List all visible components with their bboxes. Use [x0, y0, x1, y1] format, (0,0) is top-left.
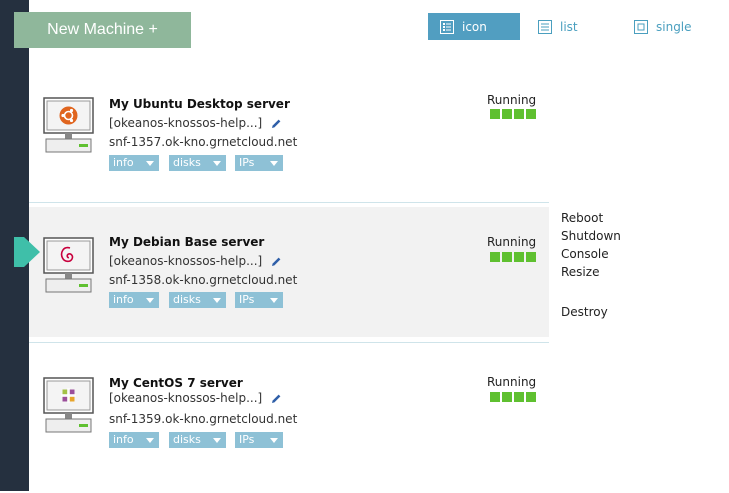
tab-single-label: single — [656, 19, 692, 34]
chevron-down-icon — [146, 161, 154, 166]
status-label: Running — [487, 375, 537, 389]
disks-label: disks — [173, 293, 201, 306]
destroy-action[interactable]: Destroy — [561, 303, 621, 321]
ips-dropdown-button[interactable]: IPs — [235, 432, 283, 448]
disks-label: disks — [173, 156, 201, 169]
tab-single-view[interactable]: single — [634, 13, 692, 40]
chevron-down-icon — [270, 298, 278, 303]
tab-list-label: list — [560, 19, 578, 34]
reboot-action[interactable]: Reboot — [561, 209, 621, 227]
info-label: info — [113, 433, 134, 446]
machine-group: [okeanos-knossos-help...] — [109, 391, 282, 405]
chevron-down-icon — [213, 438, 221, 443]
machine-group-label: [okeanos-knossos-help...] — [109, 254, 263, 268]
machine-name: My Ubuntu Desktop server — [109, 97, 290, 111]
list-view-icon — [538, 19, 552, 34]
pencil-icon[interactable] — [271, 118, 282, 129]
resize-action[interactable]: Resize — [561, 263, 621, 281]
centos-logo-icon — [43, 377, 94, 433]
info-label: info — [113, 293, 134, 306]
selection-pointer — [24, 237, 40, 267]
divider — [29, 202, 549, 203]
machine-hostname: snf-1359.ok-kno.grnetcloud.net — [109, 412, 298, 426]
single-view-icon — [634, 19, 648, 34]
info-dropdown-button[interactable]: info — [109, 155, 159, 171]
tab-icon-label: icon — [462, 19, 487, 34]
status-label: Running — [487, 235, 537, 249]
machine-group-label: [okeanos-knossos-help...] — [109, 391, 263, 405]
pencil-icon[interactable] — [271, 393, 282, 404]
chevron-down-icon — [146, 298, 154, 303]
info-dropdown-button[interactable]: info — [109, 292, 159, 308]
selection-pointer-body — [14, 237, 24, 267]
pencil-icon[interactable] — [271, 256, 282, 267]
machine-actions-menu: Reboot Shutdown Console Resize Destroy — [561, 209, 621, 321]
ips-label: IPs — [239, 433, 255, 446]
ubuntu-logo-icon — [43, 97, 94, 153]
info-dropdown-button[interactable]: info — [109, 432, 159, 448]
machine-name: My Debian Base server — [109, 235, 265, 249]
debian-logo-icon — [43, 237, 94, 293]
status-indicator — [490, 392, 536, 402]
chevron-down-icon — [146, 438, 154, 443]
console-action[interactable]: Console — [561, 245, 621, 263]
status-label: Running — [487, 93, 537, 107]
machine-group-label: [okeanos-knossos-help...] — [109, 116, 263, 130]
ips-dropdown-button[interactable]: IPs — [235, 292, 283, 308]
machine-name: My CentOS 7 server — [109, 376, 243, 390]
machine-group: [okeanos-knossos-help...] — [109, 254, 282, 268]
ips-label: IPs — [239, 293, 255, 306]
info-label: info — [113, 156, 134, 169]
disks-dropdown-button[interactable]: disks — [169, 432, 226, 448]
chevron-down-icon — [270, 438, 278, 443]
disks-dropdown-button[interactable]: disks — [169, 155, 226, 171]
chevron-down-icon — [213, 161, 221, 166]
icon-view-icon — [440, 19, 454, 34]
disks-label: disks — [173, 433, 201, 446]
machine-card-debian[interactable]: My Debian Base server [okeanos-knossos-h… — [29, 207, 549, 337]
tab-list-view[interactable]: list — [538, 13, 578, 40]
machine-hostname: snf-1357.ok-kno.grnetcloud.net — [109, 135, 298, 149]
ips-label: IPs — [239, 156, 255, 169]
divider — [29, 342, 549, 343]
disks-dropdown-button[interactable]: disks — [169, 292, 226, 308]
machine-group: [okeanos-knossos-help...] — [109, 116, 282, 130]
machine-card-ubuntu[interactable]: My Ubuntu Desktop server [okeanos-knosso… — [29, 87, 549, 213]
shutdown-action[interactable]: Shutdown — [561, 227, 621, 245]
chevron-down-icon — [213, 298, 221, 303]
machine-hostname: snf-1358.ok-kno.grnetcloud.net — [109, 273, 298, 287]
status-indicator — [490, 252, 536, 262]
chevron-down-icon — [270, 161, 278, 166]
machine-card-centos[interactable]: My CentOS 7 server [okeanos-knossos-help… — [29, 367, 549, 493]
new-machine-button[interactable]: New Machine + — [14, 12, 191, 48]
ips-dropdown-button[interactable]: IPs — [235, 155, 283, 171]
status-indicator — [490, 109, 536, 119]
actions-spacer — [561, 281, 621, 303]
tab-icon-view[interactable]: icon — [428, 13, 520, 40]
